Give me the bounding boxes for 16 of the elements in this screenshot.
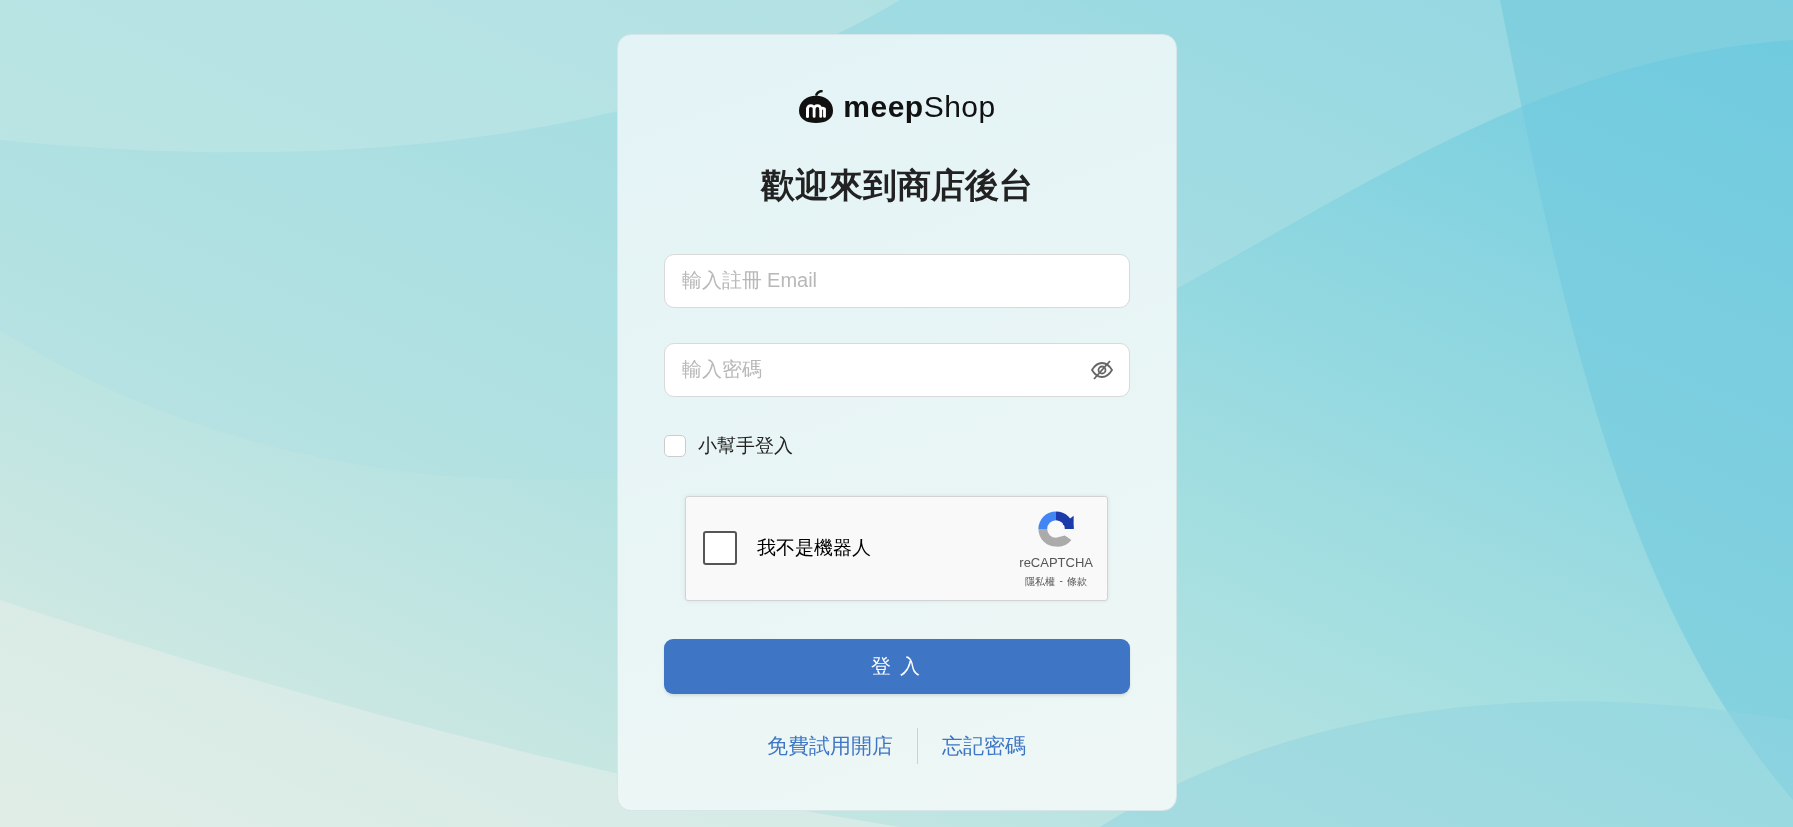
captcha-checkbox[interactable] bbox=[703, 531, 737, 566]
login-button[interactable]: 登 入 bbox=[663, 638, 1130, 694]
footer-link[interactable]: 忘記密碼 bbox=[942, 731, 1026, 760]
separator-text: - bbox=[1059, 575, 1063, 589]
footer-link[interactable]: 免費試用開店 bbox=[767, 731, 893, 760]
terms-link[interactable]: 條款 bbox=[1066, 575, 1087, 590]
recaptcha-brand: reCAPTCHA bbox=[1019, 555, 1093, 571]
logo-text: meepShop bbox=[843, 90, 996, 124]
welcome-title: 歡迎來到商店後台 bbox=[759, 165, 1034, 206]
assistant-login-label: 小幫手登入 bbox=[697, 433, 793, 458]
captcha-label: 我不是機器人 bbox=[757, 536, 872, 561]
password-field[interactable]: 輸入密碼 bbox=[663, 342, 1130, 397]
privacy-link[interactable]: 隱私權 bbox=[1025, 575, 1056, 590]
logo-icon bbox=[797, 90, 836, 124]
assistant-login-checkbox[interactable] bbox=[663, 434, 686, 457]
email-field[interactable]: 輸入註冊 Email bbox=[663, 253, 1130, 308]
